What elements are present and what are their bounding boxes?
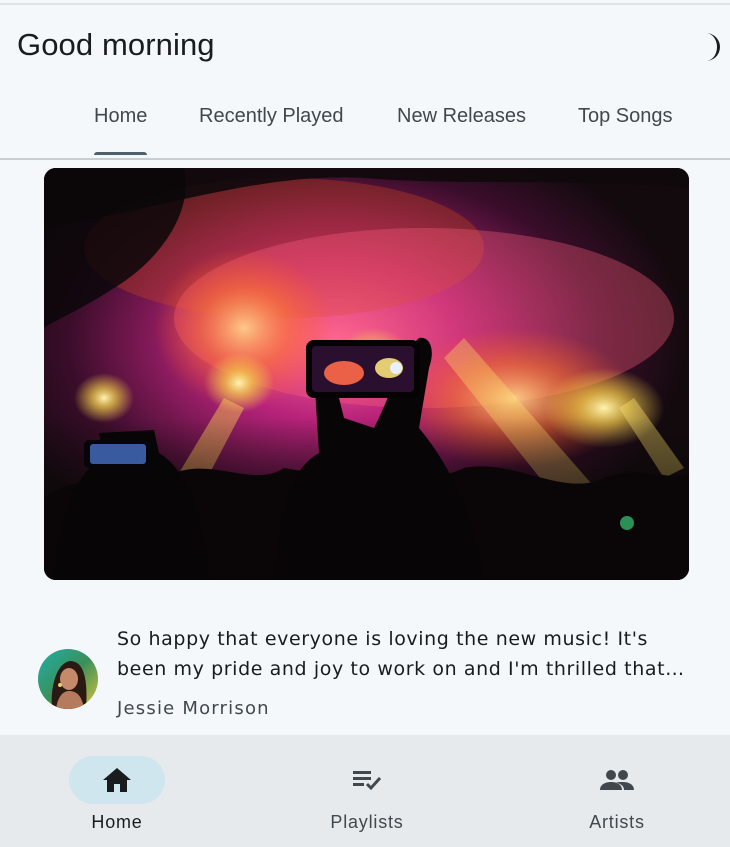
tab-new-releases[interactable]: New Releases xyxy=(397,105,526,155)
artist-post[interactable]: So happy that everyone is loving the new… xyxy=(0,620,730,730)
tab-label: Recently Played xyxy=(199,105,344,127)
nav-home[interactable]: Home xyxy=(27,735,207,847)
concert-image xyxy=(44,168,689,580)
nav-artists[interactable]: Artists xyxy=(527,735,707,847)
bottom-navigation: Home Playlists Artists xyxy=(0,735,730,847)
artist-avatar-icon xyxy=(38,649,98,709)
active-tab-indicator xyxy=(94,152,148,155)
people-icon xyxy=(600,770,634,790)
tab-home[interactable]: Home xyxy=(94,105,148,155)
nav-label: Artists xyxy=(589,812,645,832)
tab-label: Top Songs xyxy=(578,105,673,127)
nav-label: Home xyxy=(91,812,143,832)
home-icon xyxy=(103,768,131,792)
nav-playlists[interactable]: Playlists xyxy=(277,735,457,847)
tab-bar: Home Recently Played New Releases Top So… xyxy=(0,0,730,155)
post-text: So happy that everyone is loving the new… xyxy=(117,628,666,680)
tab-recently-played[interactable]: Recently Played xyxy=(199,105,344,155)
tab-top-songs[interactable]: Top Songs xyxy=(578,105,673,155)
nav-pill xyxy=(569,756,665,804)
playlist-check-icon xyxy=(353,771,382,791)
hero-image-card[interactable] xyxy=(44,168,689,580)
tab-divider xyxy=(0,158,730,160)
nav-label: Playlists xyxy=(330,812,404,832)
tab-label: Home xyxy=(94,105,148,127)
tab-label: New Releases xyxy=(397,105,526,127)
nav-pill xyxy=(319,756,415,804)
nav-active-pill xyxy=(69,756,165,804)
post-author: Jessie Morrison xyxy=(117,698,270,719)
avatar xyxy=(38,649,98,709)
